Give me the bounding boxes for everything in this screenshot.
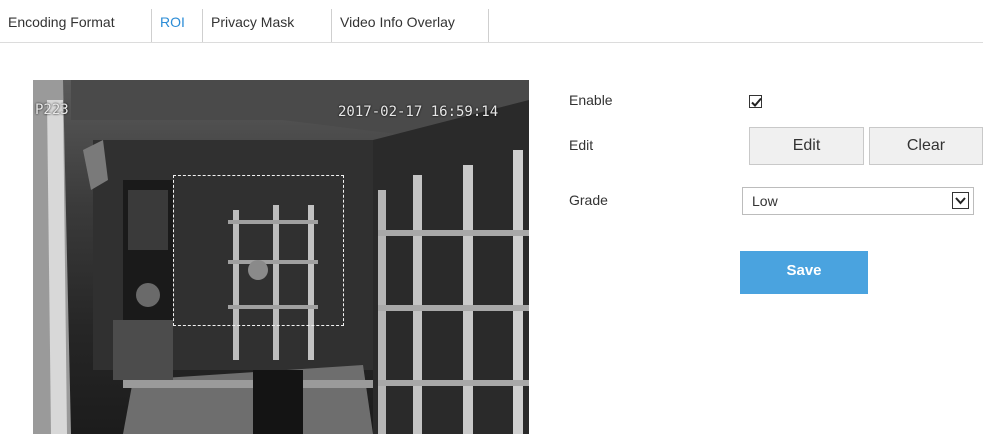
tab-encoding-format[interactable]: Encoding Format — [0, 9, 152, 42]
chevron-down-icon — [952, 192, 969, 209]
save-button[interactable]: Save — [740, 251, 868, 294]
grade-select[interactable]: Low — [742, 187, 974, 215]
checkmark-icon — [751, 97, 762, 107]
edit-button[interactable]: Edit — [749, 127, 864, 165]
roi-region-box[interactable] — [173, 175, 344, 326]
grade-label: Grade — [569, 192, 608, 208]
grade-selected-value: Low — [752, 193, 778, 209]
osd-camera-label: P223 — [35, 102, 69, 118]
edit-label: Edit — [569, 137, 594, 153]
clear-button[interactable]: Clear — [869, 127, 983, 165]
osd-timestamp: 2017-02-17 16:59:14 — [338, 104, 499, 120]
tab-roi[interactable]: ROI — [152, 9, 203, 42]
enable-label: Enable — [569, 92, 613, 108]
tab-bar: Encoding Format ROI Privacy Mask Video I… — [0, 0, 983, 43]
video-preview[interactable]: P223 2017-02-17 16:59:14 — [33, 80, 529, 434]
tab-privacy-mask[interactable]: Privacy Mask — [203, 9, 332, 42]
enable-checkbox[interactable] — [749, 95, 762, 108]
tab-video-info-overlay[interactable]: Video Info Overlay — [332, 9, 489, 42]
